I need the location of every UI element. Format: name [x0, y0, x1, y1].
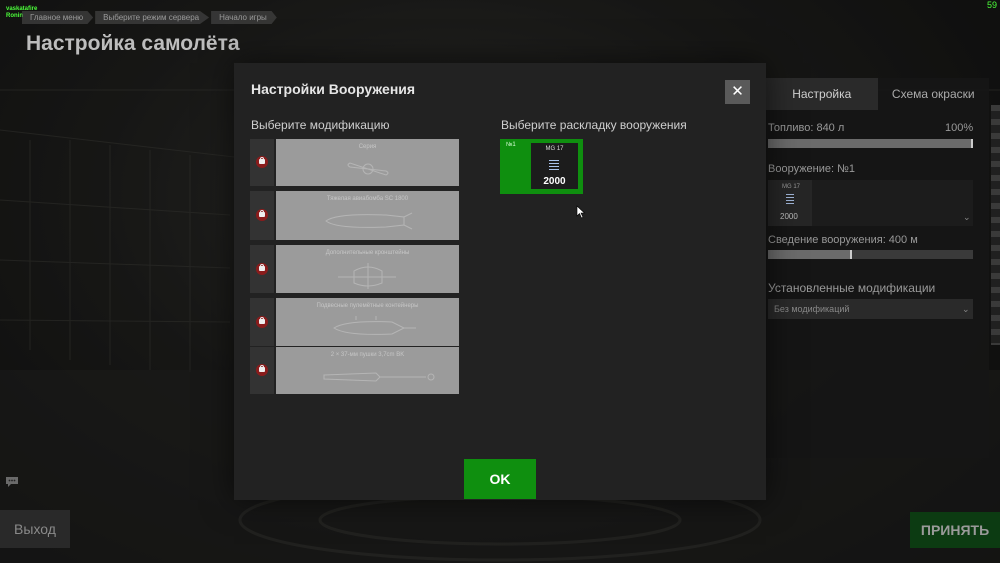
bracket-icon — [338, 263, 396, 289]
armament-settings-dialog: Настройки Вооружения ✕ Выберите модифика… — [234, 63, 766, 500]
installed-mods-dropdown[interactable]: Без модификаций ⌄ — [768, 299, 973, 319]
loadout-number: №1 — [506, 142, 516, 148]
convergence-slider[interactable] — [768, 250, 973, 259]
armament-weapon-name: MG 17 — [782, 184, 801, 190]
lock-icon — [256, 209, 268, 221]
ammo-belt-icon — [786, 194, 794, 204]
lock-slot — [250, 298, 274, 346]
lock-slot — [250, 347, 274, 394]
chat-icon[interactable] — [5, 476, 19, 488]
mod-card: Тяжелая авиабомба SC 1800 — [276, 191, 459, 240]
mod-item-37mm-cannons[interactable]: 2 × 37-мм пушки 3,7cm BK — [250, 347, 459, 394]
mouse-cursor-icon — [576, 205, 586, 219]
modifications-heading: Выберите модификацию — [251, 118, 390, 132]
tab-paint-scheme[interactable]: Схема окраски — [878, 78, 990, 110]
loadout-option-1[interactable]: №1 MG 17 2000 — [500, 139, 583, 194]
mod-card: Подвесные пулемётные контейнеры — [276, 298, 459, 346]
lock-icon — [256, 156, 268, 168]
installed-mods-value: Без модификаций — [774, 304, 850, 314]
lock-slot — [250, 245, 274, 293]
ok-button[interactable]: OK — [464, 459, 536, 499]
armament-weapon-slot: MG 17 2000 — [768, 180, 812, 226]
accept-button[interactable]: ПРИНЯТЬ — [910, 512, 1000, 548]
armament-ammo-count: 2000 — [780, 212, 798, 221]
fuel-percent: 100% — [945, 122, 974, 134]
lock-slot — [250, 191, 274, 240]
breadcrumb-server-mode[interactable]: Выберите режим сервера — [95, 11, 210, 24]
close-button[interactable]: ✕ — [725, 80, 750, 104]
page-title: Настройка самолёта — [26, 32, 240, 55]
mod-item-extra-brackets[interactable]: Дополнительные кронштейны — [250, 245, 459, 293]
aircraft-settings-panel: Настройка Схема окраски Топливо: 840 л 1… — [766, 78, 989, 458]
tab-settings[interactable]: Настройка — [766, 78, 878, 110]
fps-counter: 59 — [986, 0, 997, 10]
installed-mods-label: Установленные модификации — [768, 281, 936, 295]
lock-icon — [256, 263, 268, 275]
mod-item-heavy-bomb[interactable]: Тяжелая авиабомба SC 1800 — [250, 191, 459, 240]
propeller-icon — [347, 162, 389, 176]
mod-card: Серия — [276, 139, 459, 186]
chevron-down-icon: ⌄ — [962, 304, 970, 314]
chevron-down-icon: ⌄ — [963, 212, 971, 222]
mod-item-gun-pods[interactable]: Подвесные пулемётные контейнеры — [250, 298, 459, 346]
cannon-icon — [323, 372, 435, 382]
armament-selector[interactable]: MG 17 2000 ⌄ — [768, 180, 973, 226]
breadcrumb: Главное меню Выберите режим сервера Нача… — [22, 11, 277, 24]
armament-label: Вооружение: №1 — [768, 163, 856, 175]
lock-slot — [250, 139, 274, 186]
convergence-label: Сведение вооружения: 400 м — [768, 234, 918, 246]
ammo-count: 2000 — [543, 176, 566, 187]
weapon-slot: MG 17 2000 — [531, 143, 578, 189]
mod-card: 2 × 37-мм пушки 3,7cm BK — [276, 347, 459, 394]
breadcrumb-game-start[interactable]: Начало игры — [211, 11, 277, 24]
lock-icon — [256, 316, 268, 328]
ammo-belt-icon — [549, 160, 559, 170]
loadout-heading: Выберите раскладку вооружения — [501, 118, 687, 132]
dialog-title: Настройки Вооружения — [251, 81, 416, 97]
mod-item-series[interactable]: Серия — [250, 139, 459, 186]
fuel-slider[interactable] — [768, 139, 973, 148]
weapon-name: MG 17 — [545, 146, 564, 152]
lock-icon — [256, 364, 268, 376]
gun-pod-icon — [333, 316, 416, 335]
edge-scroll-strip — [991, 105, 1000, 345]
bomb-icon — [325, 212, 413, 230]
fuel-label: Топливо: 840 л — [768, 122, 845, 134]
exit-button[interactable]: Выход — [0, 510, 70, 548]
mod-card: Дополнительные кронштейны — [276, 245, 459, 293]
breadcrumb-main-menu[interactable]: Главное меню — [22, 11, 94, 24]
